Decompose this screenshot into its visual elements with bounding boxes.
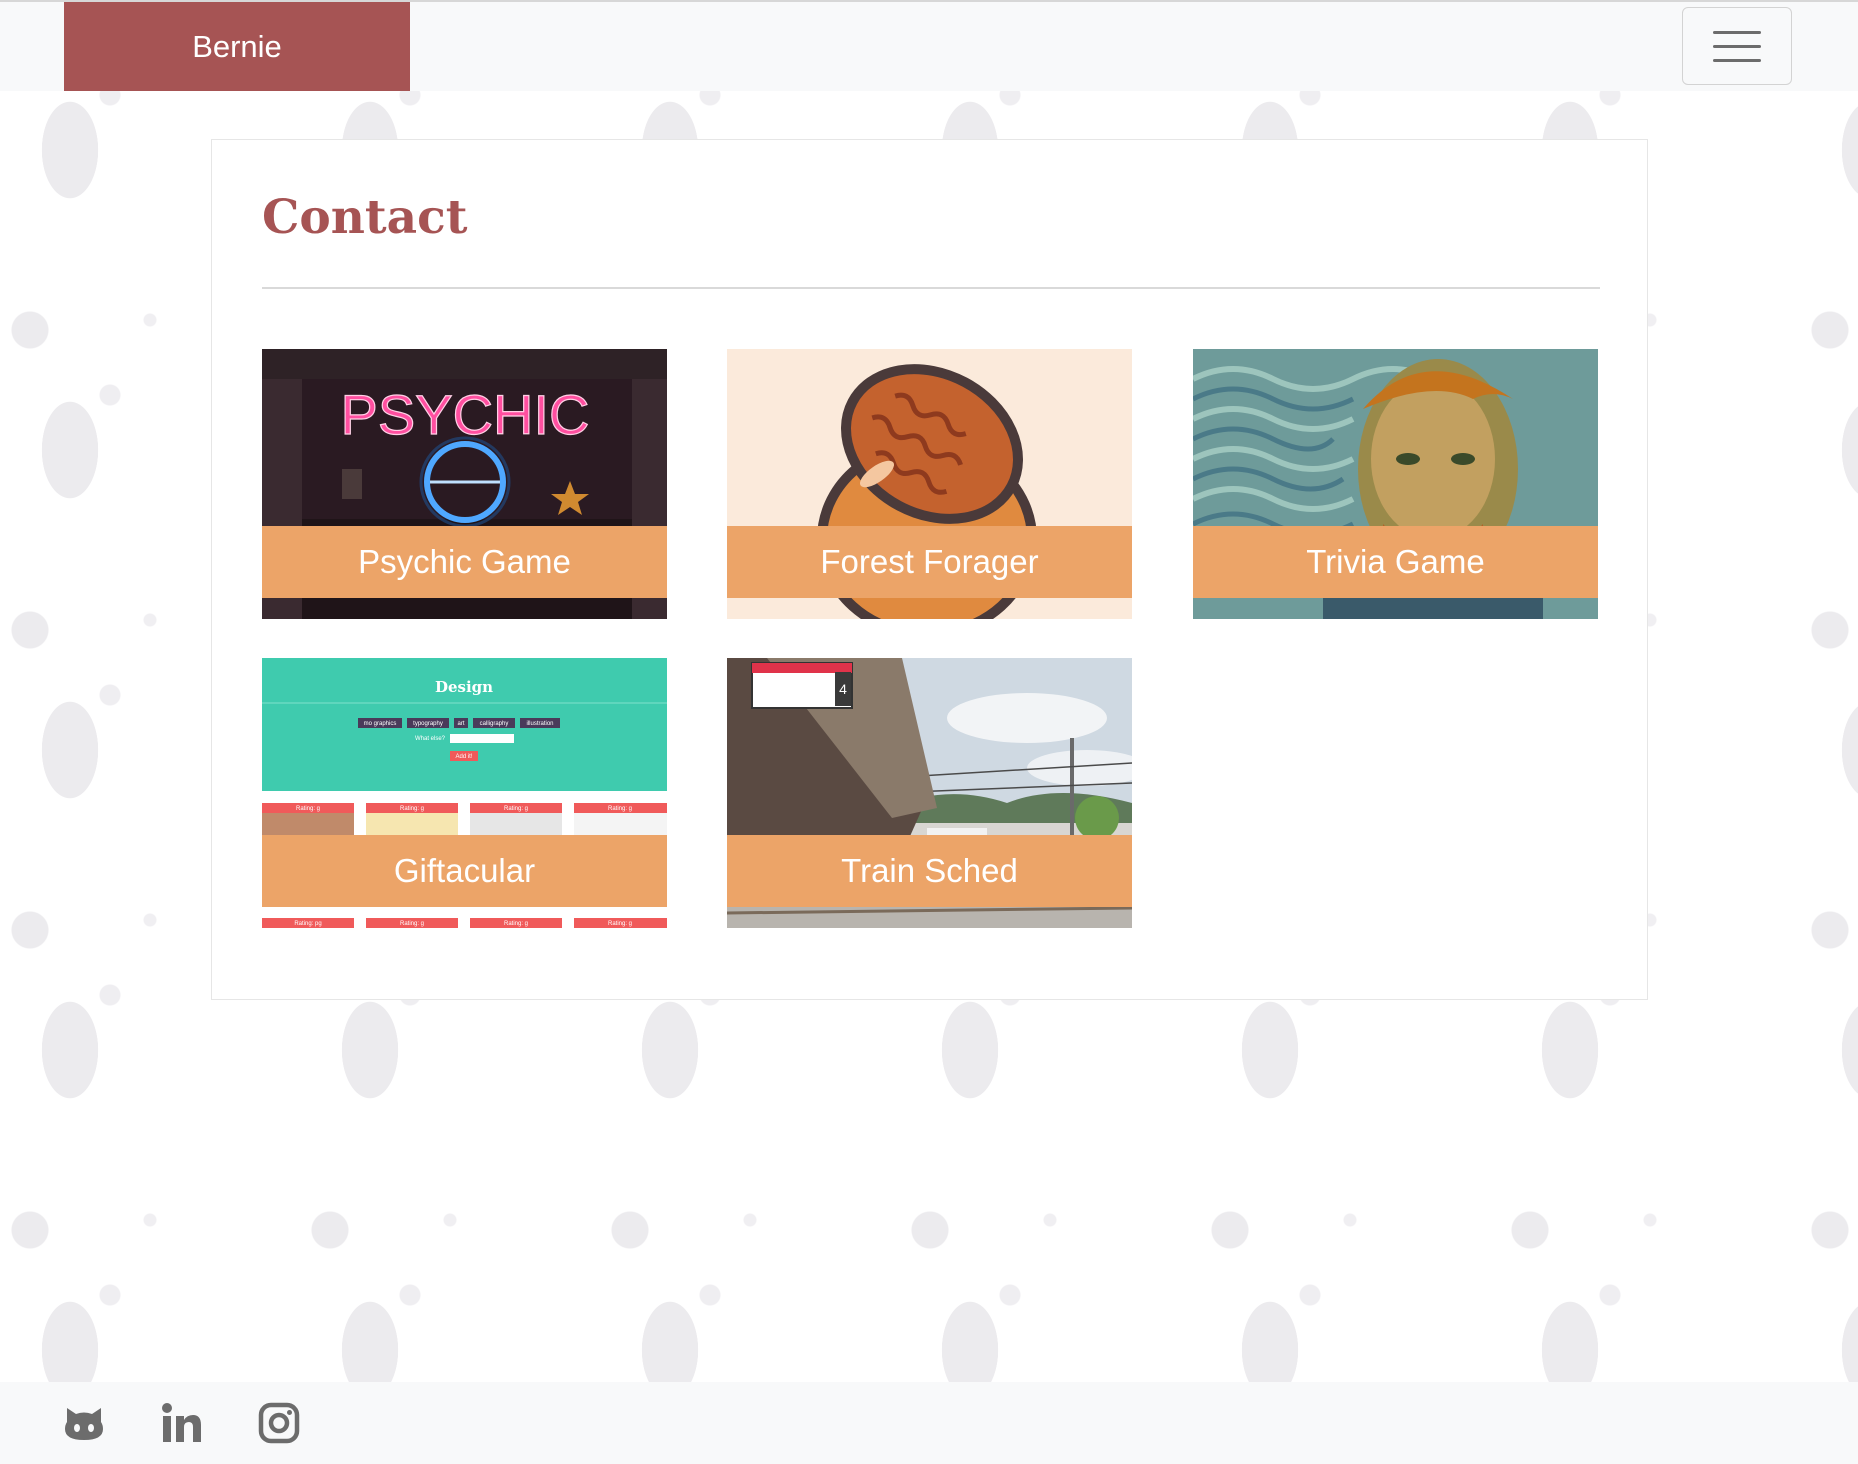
instagram-icon — [258, 1402, 300, 1444]
rating-label: Rating: g — [400, 921, 424, 927]
rating-label: Rating: pg — [294, 921, 321, 927]
rating-label: Rating: g — [608, 806, 632, 812]
navbar-toggler-button[interactable] — [1682, 7, 1792, 85]
project-tile-psychic-game[interactable]: PSYCHIC Psychic Game — [262, 349, 667, 619]
hamburger-menu-icon — [1713, 44, 1761, 48]
github-link[interactable] — [61, 1400, 107, 1446]
design-tag: art — [457, 721, 464, 727]
hamburger-menu-icon — [1713, 30, 1761, 34]
rating-label: Rating: g — [400, 806, 424, 812]
rating-label: Rating: g — [504, 921, 528, 927]
contact-card: Contact PSYCHIC Psychic Game Forest Fora… — [211, 139, 1648, 1000]
project-caption: Train Sched — [727, 835, 1132, 907]
divider — [262, 287, 1600, 289]
design-button-label: Add it! — [455, 754, 472, 760]
linkedin-icon — [162, 1403, 201, 1442]
design-tag: illustration — [526, 721, 553, 727]
navbar: Bernie — [0, 2, 1858, 91]
rating-label: Rating: g — [504, 806, 528, 812]
design-prompt: What else? — [415, 736, 446, 742]
project-caption: Giftacular — [262, 835, 667, 907]
github-icon — [65, 1408, 103, 1440]
hamburger-menu-icon — [1713, 58, 1761, 62]
rating-label: Rating: g — [296, 806, 320, 812]
design-tag: typography — [413, 721, 443, 727]
platform-number: 4 — [839, 681, 847, 697]
project-caption: Forest Forager — [727, 526, 1132, 598]
project-tile-trivia-game[interactable]: Trivia Game — [1193, 349, 1598, 619]
brand-link[interactable]: Bernie — [64, 2, 410, 91]
design-heading: Design — [435, 678, 493, 696]
design-tag: mo graphics — [364, 721, 397, 727]
project-tile-giftacular[interactable]: Design mo graphics typography art callig… — [262, 658, 667, 928]
page-title: Contact — [262, 190, 468, 245]
project-tile-forest-forager[interactable]: Forest Forager — [727, 349, 1132, 619]
project-caption: Psychic Game — [262, 526, 667, 598]
linkedin-link[interactable] — [158, 1400, 204, 1446]
project-tile-train-sched[interactable]: 4 Train Sched — [727, 658, 1132, 928]
footer — [0, 1382, 1858, 1464]
rating-label: Rating: g — [608, 921, 632, 927]
design-tag: calligraphy — [480, 721, 509, 727]
instagram-link[interactable] — [256, 1400, 302, 1446]
project-caption: Trivia Game — [1193, 526, 1598, 598]
